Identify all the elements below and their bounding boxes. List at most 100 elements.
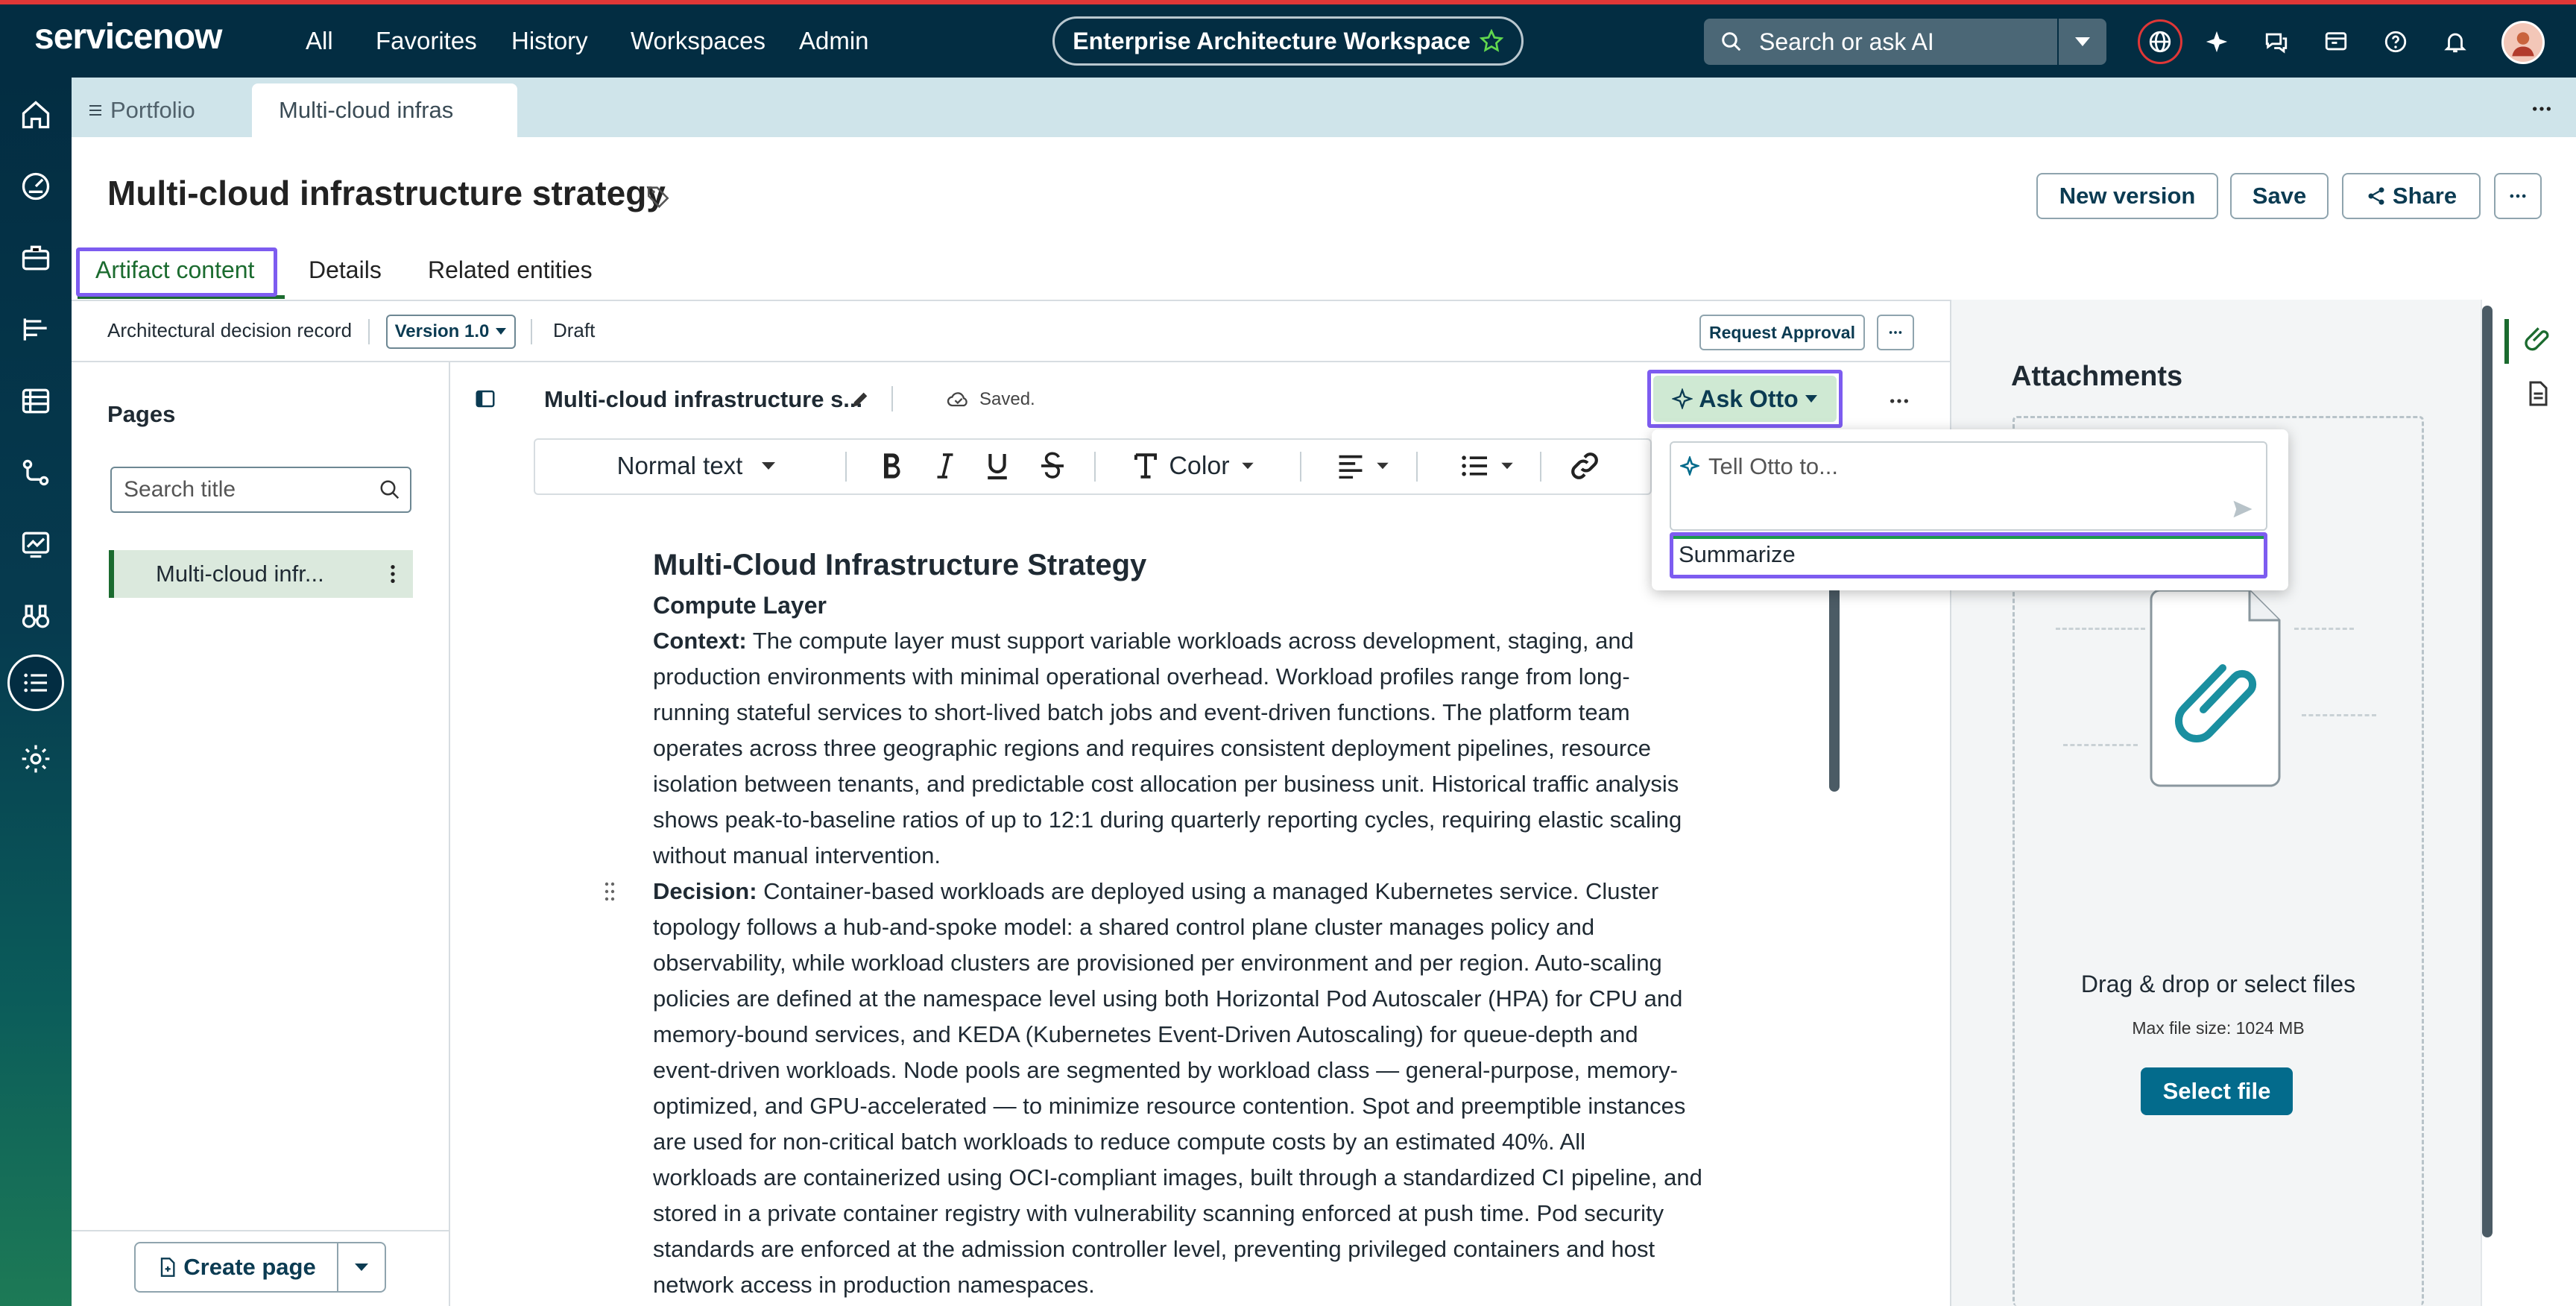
more-options-icon[interactable] [2530, 97, 2554, 121]
tag-icon[interactable] [645, 183, 671, 209]
workspace-tab-strip: Portfolio Multi-cloud infras [72, 78, 2576, 137]
analytics-icon[interactable] [16, 525, 55, 564]
send-icon[interactable] [2232, 498, 2254, 520]
user-avatar[interactable] [2501, 21, 2545, 64]
search-icon [379, 479, 401, 501]
settings-gear-icon[interactable] [16, 739, 55, 778]
divider [72, 1230, 449, 1231]
text-color-dropdown[interactable]: Color [1120, 438, 1269, 493]
top-navigation-bar: servicenow All Favorites History Workspa… [0, 0, 2576, 78]
otto-prompt-input[interactable]: Tell Otto to... [1670, 441, 2267, 531]
now-assist-icon[interactable] [2199, 24, 2235, 60]
drag-handle-icon[interactable] [602, 881, 617, 902]
sparkle-icon [1680, 456, 1699, 476]
divider [368, 319, 370, 344]
global-search-input[interactable]: Search or ask AI [1704, 19, 2057, 65]
italic-button[interactable] [924, 438, 966, 493]
editor-scrollbar[interactable] [1829, 581, 1840, 792]
nav-admin[interactable]: Admin [799, 27, 869, 55]
right-utility-strip [2481, 300, 2576, 1306]
page-list-item[interactable]: Multi-cloud infr... [109, 550, 413, 598]
nav-favorites[interactable]: Favorites [376, 27, 477, 55]
application-list-icon[interactable] [16, 382, 55, 420]
home-icon[interactable] [16, 95, 55, 134]
decorative-line [2302, 714, 2376, 716]
bullet-list-dropdown[interactable] [1446, 438, 1528, 493]
otto-placeholder: Tell Otto to... [1708, 453, 1839, 479]
text-color-icon [1133, 452, 1158, 479]
ask-otto-button[interactable]: Ask Otto [1653, 376, 1837, 422]
request-approval-button[interactable]: Request Approval [1699, 315, 1865, 350]
artifact-status: Draft [553, 319, 596, 341]
search-options-dropdown[interactable] [2059, 19, 2106, 65]
suggestion-focus-line [1673, 536, 2264, 539]
underline-button[interactable] [976, 438, 1018, 493]
dashboard-gauge-icon[interactable] [16, 167, 55, 206]
app-sidebar [0, 78, 72, 1306]
workspace-title-pill[interactable]: Enterprise Architecture Workspace [1052, 16, 1524, 66]
divider [1094, 452, 1096, 482]
create-page-dropdown[interactable] [337, 1242, 386, 1293]
insert-link-button[interactable] [1561, 438, 1609, 493]
divider [1416, 452, 1418, 482]
text-style-dropdown[interactable]: Normal text [552, 438, 842, 493]
save-button[interactable]: Save [2230, 173, 2329, 219]
ask-otto-popover: Tell Otto to... Summarize [1652, 429, 2288, 590]
nav-all[interactable]: All [306, 27, 333, 55]
paperclip-document-icon [2145, 583, 2294, 792]
search-placeholder: Search or ask AI [1759, 28, 1934, 55]
search-title-input[interactable]: Search title [110, 467, 411, 513]
share-icon [2366, 186, 2387, 206]
contextual-panel-icon[interactable] [2318, 24, 2354, 60]
panel-scrollbar[interactable] [2482, 306, 2493, 1237]
workspace-title: Enterprise Architecture Workspace [1073, 27, 1471, 54]
tab-portfolio[interactable]: Portfolio [86, 83, 195, 137]
attachment-icon[interactable] [2522, 322, 2552, 352]
summarize-option[interactable]: Summarize [1679, 541, 1796, 568]
decorative-line [2063, 744, 2138, 746]
document-title: Multi-cloud infrastructure s... [544, 386, 863, 412]
globe-icon[interactable] [2138, 19, 2182, 64]
chat-icon[interactable] [2258, 24, 2294, 60]
document-icon[interactable] [2524, 380, 2551, 407]
star-icon[interactable] [1479, 29, 1503, 53]
search-icon [1720, 31, 1743, 53]
nav-history[interactable]: History [511, 27, 588, 55]
version-dropdown[interactable]: Version 1.0 [386, 315, 516, 349]
bold-button[interactable] [871, 438, 912, 493]
context-paragraph: Context: The compute layer must support … [653, 628, 1682, 868]
pages-panel: Pages Search title Multi-cloud infr... C… [72, 362, 450, 1306]
nav-workspaces[interactable]: Workspaces [631, 27, 765, 55]
new-version-button[interactable]: New version [2036, 173, 2218, 219]
artifact-type: Architectural decision record [107, 319, 353, 341]
artifact-bar: Architectural decision record Version 1.… [72, 300, 1950, 362]
servicenow-logo[interactable]: servicenow [34, 16, 222, 57]
strikethrough-button[interactable] [1032, 438, 1073, 493]
text-align-dropdown[interactable] [1322, 438, 1404, 493]
add-document-icon [157, 1257, 177, 1278]
header-more-button[interactable] [2494, 173, 2542, 219]
subtab-details[interactable]: Details [309, 256, 382, 284]
select-file-button[interactable]: Select file [2141, 1067, 2293, 1115]
help-icon[interactable] [2378, 24, 2414, 60]
workflow-icon[interactable] [16, 453, 55, 492]
artifact-more-button[interactable] [1877, 315, 1914, 350]
divider [845, 452, 847, 482]
divider [531, 319, 532, 344]
attachments-heading: Attachments [2011, 361, 2183, 392]
editor-more-icon[interactable] [1887, 389, 1911, 413]
divider [1540, 452, 1541, 482]
tab-multi-cloud[interactable]: Multi-cloud infras [252, 83, 517, 137]
list-icon-active[interactable] [7, 654, 64, 711]
kebab-menu-icon[interactable] [383, 562, 402, 586]
binoculars-icon[interactable] [16, 596, 55, 635]
toggle-sidebar-icon[interactable] [474, 388, 496, 410]
notifications-bell-icon[interactable] [2437, 24, 2473, 60]
share-button[interactable]: Share [2342, 173, 2481, 219]
subtab-related-entities[interactable]: Related entities [428, 256, 593, 284]
roadmap-icon[interactable] [16, 310, 55, 349]
create-page-button[interactable]: Create page [134, 1242, 338, 1293]
edit-pencil-icon[interactable] [850, 389, 871, 410]
divider [1300, 452, 1301, 482]
briefcase-icon[interactable] [16, 239, 55, 277]
